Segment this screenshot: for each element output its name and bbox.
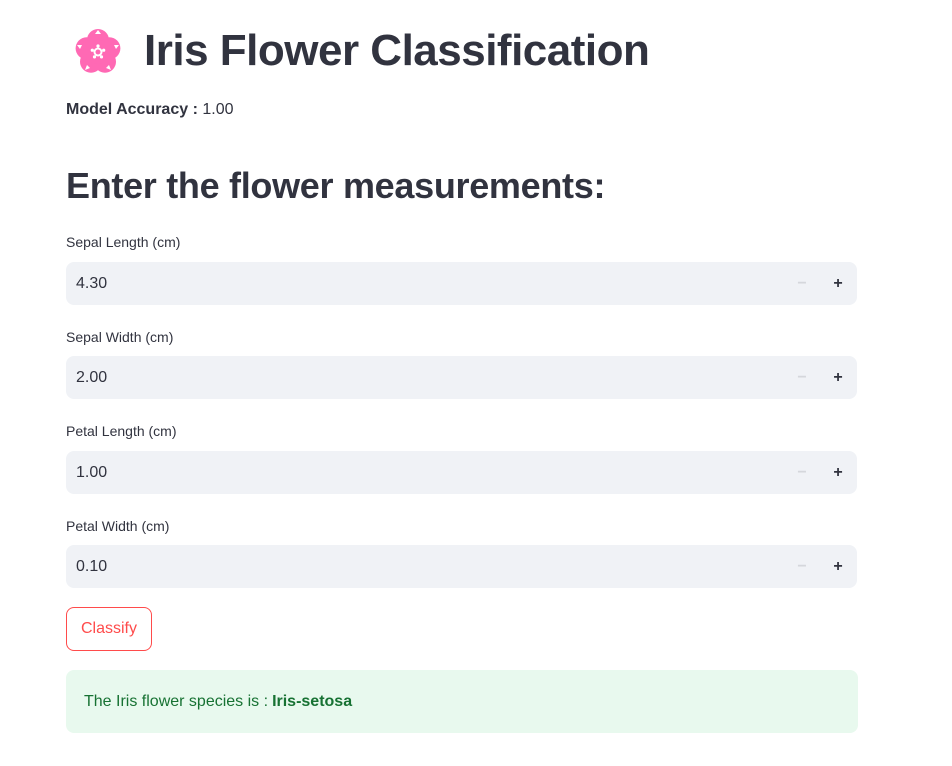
sepal-length-decrement-button[interactable]: − bbox=[784, 262, 820, 305]
model-accuracy: Model Accuracy : 1.00 bbox=[66, 101, 233, 119]
model-accuracy-value: 1.00 bbox=[202, 101, 234, 118]
petal-length-input[interactable]: 1.00 − + bbox=[66, 451, 857, 494]
sepal-length-value[interactable]: 4.30 bbox=[66, 275, 784, 293]
petal-width-input[interactable]: 0.10 − + bbox=[66, 545, 857, 588]
sepal-width-input[interactable]: 2.00 − + bbox=[66, 356, 857, 399]
petal-length-label: Petal Length (cm) bbox=[66, 423, 177, 439]
sepal-width-decrement-button[interactable]: − bbox=[784, 356, 820, 399]
petal-length-value[interactable]: 1.00 bbox=[66, 464, 784, 482]
sepal-length-increment-button[interactable]: + bbox=[820, 262, 856, 305]
sepal-width-increment-button[interactable]: + bbox=[820, 356, 856, 399]
result-prefix: The Iris flower species is : bbox=[84, 692, 269, 710]
petal-width-value[interactable]: 0.10 bbox=[66, 558, 784, 576]
sepal-length-input[interactable]: 4.30 − + bbox=[66, 262, 857, 305]
result-alert: The Iris flower species is : Iris-setosa bbox=[66, 670, 858, 733]
title-row: Iris Flower Classification bbox=[72, 22, 650, 80]
form-heading: Enter the flower measurements: bbox=[66, 165, 606, 206]
sepal-width-value[interactable]: 2.00 bbox=[66, 369, 784, 387]
classify-button[interactable]: Classify bbox=[66, 607, 152, 651]
page-title: Iris Flower Classification bbox=[144, 26, 650, 75]
petal-length-decrement-button[interactable]: − bbox=[784, 451, 820, 494]
petal-length-increment-button[interactable]: + bbox=[820, 451, 856, 494]
petal-width-increment-button[interactable]: + bbox=[820, 545, 856, 588]
petal-width-decrement-button[interactable]: − bbox=[784, 545, 820, 588]
sepal-length-label: Sepal Length (cm) bbox=[66, 234, 181, 250]
sepal-width-label: Sepal Width (cm) bbox=[66, 329, 174, 345]
cherry-blossom-icon bbox=[72, 25, 124, 77]
model-accuracy-label: Model Accuracy : bbox=[66, 101, 198, 118]
petal-width-label: Petal Width (cm) bbox=[66, 518, 170, 534]
result-species: Iris-setosa bbox=[272, 692, 353, 710]
